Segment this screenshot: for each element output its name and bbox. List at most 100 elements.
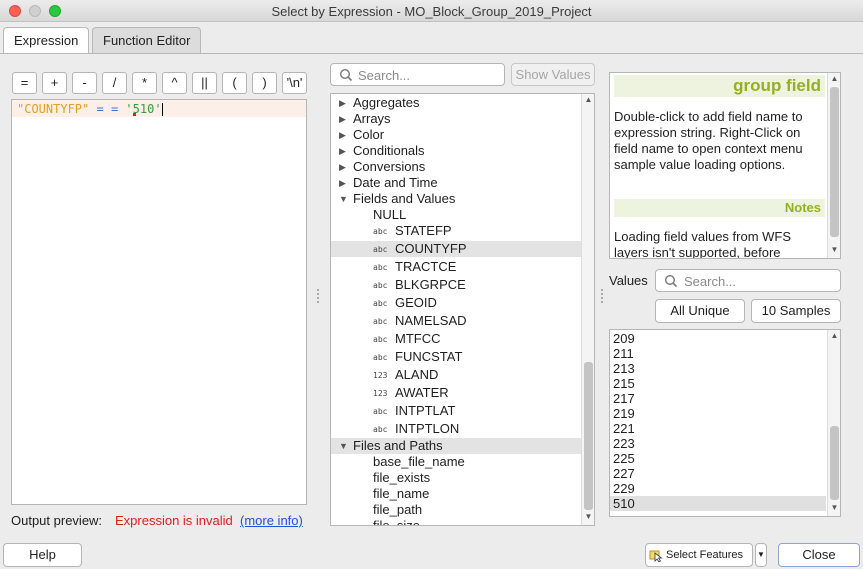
tree-category-conversions[interactable]: ▶ Conversions [331, 159, 581, 175]
operator-open-paren-button[interactable]: ( [222, 72, 247, 94]
search-icon [664, 274, 678, 288]
text-type-icon: abc [373, 281, 388, 290]
tree-category-arrays[interactable]: ▶ Arrays [331, 111, 581, 127]
help-panel: group field Double-click to add field na… [609, 72, 841, 259]
text-caret [161, 103, 163, 116]
value-item[interactable]: 209 [610, 331, 826, 346]
help-button[interactable]: Help [3, 543, 82, 567]
operator-multiply-button[interactable]: * [132, 72, 157, 94]
tree-field-countyfp[interactable]: abc COUNTYFP [331, 241, 581, 257]
tree-category-files-and-paths[interactable]: ▼ Files and Paths [331, 438, 581, 454]
chevron-down-icon[interactable]: ▼ [339, 438, 348, 454]
operator-concat-button[interactable]: || [192, 72, 217, 94]
operator-equals-button[interactable]: = [12, 72, 37, 94]
close-button[interactable]: Close [778, 543, 860, 567]
text-type-icon: abc [373, 353, 388, 362]
value-item[interactable]: 217 [610, 391, 826, 406]
operator-close-paren-button[interactable]: ) [252, 72, 277, 94]
tree-category-date-and-time[interactable]: ▶ Date and Time [331, 175, 581, 191]
tree-item-file-exists[interactable]: file_exists [331, 470, 581, 486]
operator-newline-button[interactable]: '\n' [282, 72, 307, 94]
text-type-icon: abc [373, 335, 388, 344]
tree-item-file-name[interactable]: file_name [331, 486, 581, 502]
tree-item-file-path[interactable]: file_path [331, 502, 581, 518]
tree-field-intptlon[interactable]: abc INTPTLON [331, 421, 581, 437]
show-values-button[interactable]: Show Values [511, 63, 595, 86]
select-features-button[interactable]: Select Features [645, 543, 753, 567]
tree-field-intptlat[interactable]: abc INTPTLAT [331, 403, 581, 419]
tree-item-file-size[interactable]: file_size [331, 518, 581, 525]
splitter-handle-left[interactable] [317, 289, 319, 303]
scroll-down-icon[interactable]: ▼ [582, 512, 594, 521]
operator-power-button[interactable]: ^ [162, 72, 187, 94]
help-heading: group field [614, 75, 825, 97]
tree-category-fields-and-values[interactable]: ▼ Fields and Values [331, 191, 581, 207]
chevron-down-icon[interactable]: ▼ [339, 191, 348, 207]
text-type-icon: abc [373, 407, 388, 416]
tree-scrollbar[interactable]: ▲ ▼ [581, 94, 594, 525]
tree-category-color[interactable]: ▶ Color [331, 127, 581, 143]
function-search-placeholder: Search... [358, 68, 411, 83]
values-scroll-thumb[interactable] [830, 426, 839, 500]
chevron-right-icon[interactable]: ▶ [339, 95, 346, 111]
value-item-selected[interactable]: 510 [610, 496, 826, 511]
ten-samples-button[interactable]: 10 Samples [751, 299, 841, 323]
tree-field-tractce[interactable]: abc TRACTCE [331, 259, 581, 275]
tree-field-aland[interactable]: 123 ALAND [331, 367, 581, 383]
values-search-input[interactable]: Search... [655, 269, 841, 292]
tree-field-mtfcc[interactable]: abc MTFCC [331, 331, 581, 347]
tree-item-null[interactable]: NULL [331, 207, 581, 223]
value-item[interactable]: 225 [610, 451, 826, 466]
select-features-dropdown[interactable]: ▼ [755, 543, 767, 567]
tree-field-blkgrpce[interactable]: abc BLKGRPCE [331, 277, 581, 293]
tree-category-aggregates[interactable]: ▶ Aggregates [331, 95, 581, 111]
number-type-icon: 123 [373, 371, 388, 380]
tree-field-geoid[interactable]: abc GEOID [331, 295, 581, 311]
select-features-icon [649, 550, 663, 562]
tree-item-base-file-name[interactable]: base_file_name [331, 454, 581, 470]
chevron-right-icon[interactable]: ▶ [339, 175, 346, 191]
scroll-down-icon[interactable]: ▼ [828, 503, 840, 512]
operator-minus-button[interactable]: - [72, 72, 97, 94]
value-item[interactable]: 211 [610, 346, 826, 361]
tab-expression[interactable]: Expression [3, 27, 90, 53]
operator-plus-button[interactable]: + [42, 72, 67, 94]
tree-field-namelsad[interactable]: abc NAMELSAD [331, 313, 581, 329]
values-list[interactable]: 209 211 213 215 217 219 221 223 225 227 … [609, 329, 841, 517]
chevron-right-icon[interactable]: ▶ [339, 111, 346, 127]
value-item[interactable]: 223 [610, 436, 826, 451]
values-scrollbar[interactable]: ▲ ▼ [827, 330, 840, 516]
tree-scroll-thumb[interactable] [584, 362, 593, 510]
value-item[interactable]: 229 [610, 481, 826, 496]
help-scrollbar[interactable]: ▲ ▼ [827, 73, 840, 258]
value-item[interactable]: 219 [610, 406, 826, 421]
value-item[interactable]: 213 [610, 361, 826, 376]
scroll-up-icon[interactable]: ▲ [828, 74, 840, 83]
tree-category-conditionals[interactable]: ▶ Conditionals [331, 143, 581, 159]
expression-text[interactable]: "COUNTYFP" = = '510' [17, 102, 163, 116]
value-item[interactable]: 227 [610, 466, 826, 481]
scroll-up-icon[interactable]: ▲ [582, 95, 594, 104]
function-search-input[interactable]: Search... [330, 63, 505, 86]
chevron-right-icon[interactable]: ▶ [339, 143, 346, 159]
chevron-right-icon[interactable]: ▶ [339, 127, 346, 143]
splitter-handle-right[interactable] [601, 289, 603, 303]
all-unique-button[interactable]: All Unique [655, 299, 745, 323]
help-scroll-thumb[interactable] [830, 87, 839, 237]
tree-field-statefp[interactable]: abc STATEFP [331, 223, 581, 239]
tree-field-awater[interactable]: 123 AWATER [331, 385, 581, 401]
tab-function-editor[interactable]: Function Editor [92, 27, 202, 53]
more-info-link[interactable]: (more info) [240, 513, 303, 528]
tree-field-funcstat[interactable]: abc FUNCSTAT [331, 349, 581, 365]
expression-editor[interactable]: "COUNTYFP" = = '510' [11, 99, 307, 505]
scroll-down-icon[interactable]: ▼ [828, 245, 840, 254]
text-type-icon: abc [373, 317, 388, 326]
help-notes-body: Loading field values from WFS layers isn… [614, 229, 792, 259]
operator-divide-button[interactable]: / [102, 72, 127, 94]
function-tree[interactable]: ▶ Aggregates ▶ Arrays ▶ Color ▶ Conditionals… [330, 93, 595, 526]
value-item[interactable]: 215 [610, 376, 826, 391]
value-item[interactable]: 221 [610, 421, 826, 436]
chevron-right-icon[interactable]: ▶ [339, 159, 346, 175]
scroll-up-icon[interactable]: ▲ [828, 331, 840, 340]
chevron-down-icon: ▼ [757, 550, 765, 559]
